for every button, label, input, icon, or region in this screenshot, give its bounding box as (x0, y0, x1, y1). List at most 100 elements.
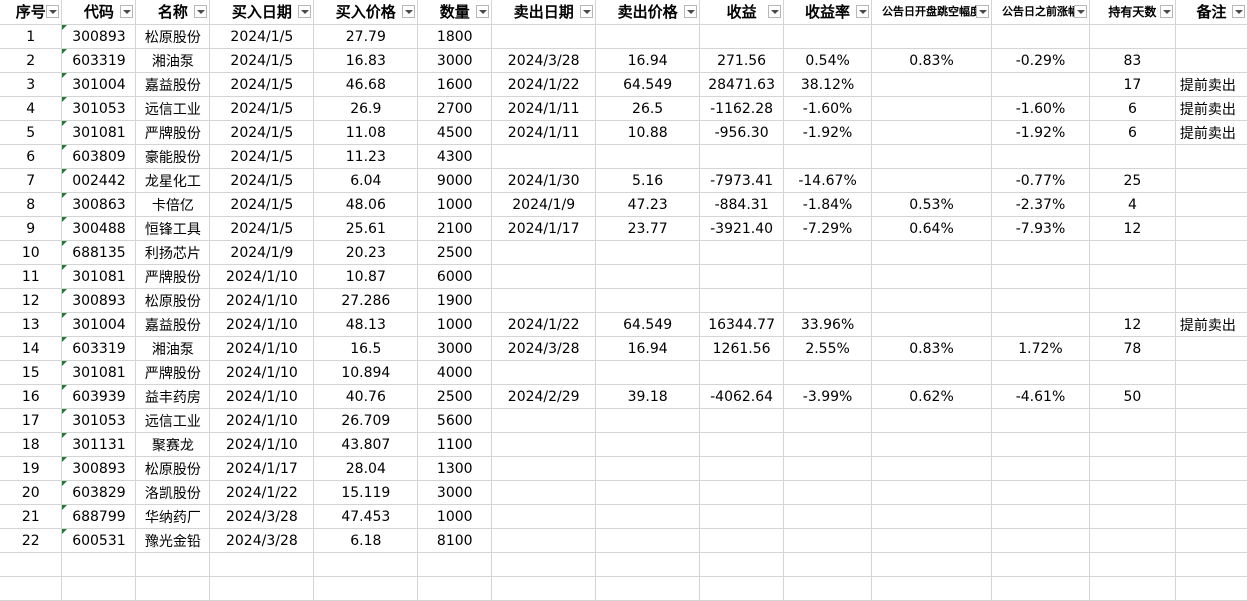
cell-gap-open[interactable] (871, 456, 992, 481)
cell-sell-price[interactable] (595, 144, 701, 169)
cell-return-rate[interactable] (783, 360, 873, 385)
cell-quantity[interactable]: 3000 (417, 336, 493, 361)
cell-buy-date[interactable]: 2024/1/10 (209, 264, 315, 289)
cell-remark[interactable]: 提前卖出 (1175, 312, 1248, 337)
cell-holding-days[interactable] (1089, 264, 1176, 289)
cell-name[interactable]: 嘉益股份 (135, 72, 211, 97)
cell-name[interactable]: 远信工业 (135, 96, 211, 121)
cell-profit[interactable]: 28471.63 (699, 72, 785, 97)
cell-buy-date[interactable]: 2024/1/22 (209, 480, 315, 505)
cell-sell-price[interactable] (595, 240, 701, 265)
cell-return-rate[interactable]: -1.84% (783, 192, 873, 217)
cell-return-rate[interactable] (783, 144, 873, 169)
cell-gap-open[interactable] (871, 504, 992, 529)
empty-cell[interactable] (1175, 552, 1248, 577)
cell-quantity[interactable]: 2700 (417, 96, 493, 121)
empty-cell[interactable] (1089, 576, 1176, 601)
cell-code[interactable]: 603809 (61, 144, 137, 169)
cell-gap-open[interactable] (871, 288, 992, 313)
dropdown-filter-icon[interactable] (1159, 5, 1173, 18)
empty-cell[interactable] (0, 552, 63, 577)
cell-quantity[interactable]: 2500 (417, 384, 493, 409)
cell-name[interactable]: 聚赛龙 (135, 432, 211, 457)
cell-buy-date[interactable]: 2024/1/9 (209, 240, 315, 265)
cell-name[interactable]: 卡倍亿 (135, 192, 211, 217)
cell-buy-price[interactable]: 27.79 (313, 24, 419, 49)
cell-quantity[interactable]: 1900 (417, 288, 493, 313)
cell-sell-price[interactable]: 23.77 (595, 216, 701, 241)
cell-pre-announce-rise[interactable]: -1.92% (991, 120, 1090, 145)
cell-quantity[interactable]: 2500 (417, 240, 493, 265)
cell-profit[interactable]: -1162.28 (699, 96, 785, 121)
dropdown-filter-icon[interactable] (46, 5, 60, 18)
dropdown-filter-icon[interactable] (1073, 5, 1087, 18)
cell-profit[interactable] (699, 288, 785, 313)
cell-sell-price[interactable]: 16.94 (595, 48, 701, 73)
cell-profit[interactable] (699, 408, 785, 433)
cell-gap-open[interactable] (871, 360, 992, 385)
cell-profit[interactable] (699, 432, 785, 457)
cell-buy-date[interactable]: 2024/1/5 (209, 192, 315, 217)
cell-quantity[interactable]: 1600 (417, 72, 493, 97)
cell-return-rate[interactable] (783, 264, 873, 289)
cell-name[interactable]: 松原股份 (135, 288, 211, 313)
cell-buy-date[interactable]: 2024/1/10 (209, 408, 315, 433)
cell-code[interactable]: 300863 (61, 192, 137, 217)
cell-remark[interactable] (1175, 336, 1248, 361)
cell-index[interactable]: 6 (0, 144, 63, 169)
cell-holding-days[interactable] (1089, 240, 1176, 265)
cell-holding-days[interactable]: 25 (1089, 168, 1176, 193)
cell-remark[interactable] (1175, 408, 1248, 433)
cell-buy-price[interactable]: 16.5 (313, 336, 419, 361)
cell-buy-price[interactable]: 46.68 (313, 72, 419, 97)
empty-cell[interactable] (209, 552, 315, 577)
cell-holding-days[interactable]: 4 (1089, 192, 1176, 217)
cell-remark[interactable] (1175, 192, 1248, 217)
cell-pre-announce-rise[interactable] (991, 72, 1090, 97)
cell-sell-price[interactable]: 39.18 (595, 384, 701, 409)
header-pre-announce-rise[interactable]: 公告日之前涨幅 (991, 0, 1090, 25)
empty-cell[interactable] (0, 576, 63, 601)
cell-index[interactable]: 13 (0, 312, 63, 337)
cell-quantity[interactable]: 1300 (417, 456, 493, 481)
cell-buy-date[interactable]: 2024/1/10 (209, 384, 315, 409)
cell-quantity[interactable]: 9000 (417, 168, 493, 193)
cell-name[interactable]: 松原股份 (135, 24, 211, 49)
cell-code[interactable]: 603319 (61, 48, 137, 73)
cell-sell-date[interactable] (491, 24, 597, 49)
cell-buy-date[interactable]: 2024/1/5 (209, 144, 315, 169)
cell-code[interactable]: 688135 (61, 240, 137, 265)
cell-name[interactable]: 远信工业 (135, 408, 211, 433)
empty-cell[interactable] (699, 576, 785, 601)
dropdown-filter-icon[interactable] (580, 5, 594, 18)
cell-name[interactable]: 洛凯股份 (135, 480, 211, 505)
cell-name[interactable]: 松原股份 (135, 456, 211, 481)
cell-sell-date[interactable]: 2024/2/29 (491, 384, 597, 409)
cell-return-rate[interactable] (783, 240, 873, 265)
header-sell-date[interactable]: 卖出日期 (491, 0, 597, 25)
cell-holding-days[interactable]: 12 (1089, 312, 1176, 337)
cell-remark[interactable] (1175, 24, 1248, 49)
cell-quantity[interactable]: 8100 (417, 528, 493, 553)
cell-pre-announce-rise[interactable] (991, 504, 1090, 529)
cell-buy-price[interactable]: 11.23 (313, 144, 419, 169)
cell-pre-announce-rise[interactable] (991, 360, 1090, 385)
empty-cell[interactable] (313, 576, 419, 601)
cell-code[interactable]: 301004 (61, 72, 137, 97)
cell-sell-date[interactable] (491, 288, 597, 313)
cell-pre-announce-rise[interactable]: -0.29% (991, 48, 1090, 73)
cell-holding-days[interactable] (1089, 144, 1176, 169)
cell-gap-open[interactable] (871, 24, 992, 49)
cell-code[interactable]: 301131 (61, 432, 137, 457)
cell-return-rate[interactable] (783, 456, 873, 481)
cell-code[interactable]: 301053 (61, 96, 137, 121)
cell-buy-price[interactable]: 10.894 (313, 360, 419, 385)
cell-sell-date[interactable] (491, 144, 597, 169)
cell-buy-date[interactable]: 2024/1/5 (209, 72, 315, 97)
header-gap-open[interactable]: 公告日开盘跳空幅度 (871, 0, 992, 25)
cell-remark[interactable] (1175, 528, 1248, 553)
cell-buy-price[interactable]: 47.453 (313, 504, 419, 529)
cell-index[interactable]: 14 (0, 336, 63, 361)
empty-cell[interactable] (491, 576, 597, 601)
cell-sell-date[interactable] (491, 240, 597, 265)
